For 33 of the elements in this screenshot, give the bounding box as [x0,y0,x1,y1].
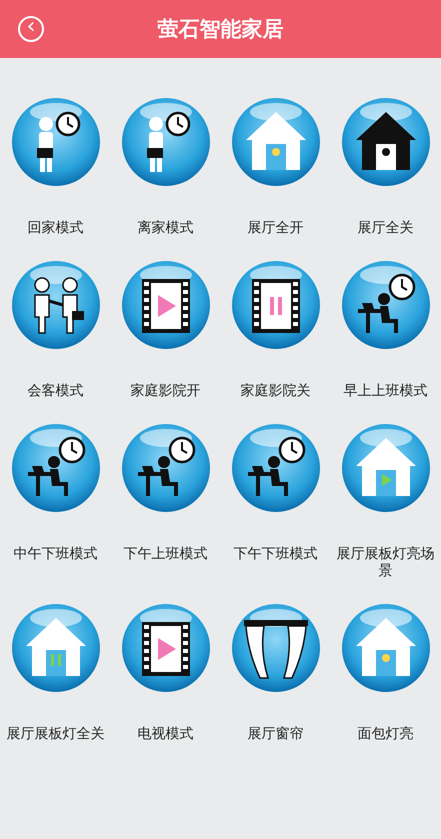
film-play-icon [120,259,212,351]
scene-button[interactable]: 回家模式 [0,96,110,237]
scene-button[interactable]: 展厅展板灯全关 [0,602,110,743]
scene-button[interactable]: 电视模式 [110,602,220,743]
desk-clock-icon [340,259,432,351]
scene-button[interactable]: 下午上班模式 [110,422,220,580]
house-play-icon [340,422,432,514]
scene-button[interactable]: 家庭影院关 [220,259,330,400]
scene-button[interactable]: 家庭影院开 [110,259,220,400]
desk-clock-icon [120,422,212,514]
scene-button[interactable]: 中午下班模式 [0,422,110,580]
curtain-icon [230,602,322,694]
scene-button[interactable]: 展厅全开 [220,96,330,237]
scene-button[interactable]: 展厅窗帘 [220,602,330,743]
dark-house-icon [340,96,432,188]
meeting-icon [10,259,102,351]
lit-house-icon [340,602,432,694]
desk-clock-icon [230,422,322,514]
lit-house-icon [230,96,322,188]
scene-button[interactable]: 会客模式 [0,259,110,400]
house-pause-icon [10,602,102,694]
scene-button[interactable]: 展厅展板灯亮场景 [330,422,440,580]
person-clock-icon [120,96,212,188]
scene-button[interactable]: 展厅全关 [330,96,440,237]
scene-button[interactable]: 早上上班模式 [330,259,440,400]
desk-clock-icon [10,422,102,514]
scene-button[interactable]: 面包灯亮 [330,602,440,743]
person-clock-icon [10,96,102,188]
film-play-icon [120,602,212,694]
app-title: 萤石智能家居 [158,16,284,43]
film-pause-icon [230,259,322,351]
scene-button[interactable]: 下午下班模式 [220,422,330,580]
scene-button[interactable]: 离家模式 [110,96,220,237]
